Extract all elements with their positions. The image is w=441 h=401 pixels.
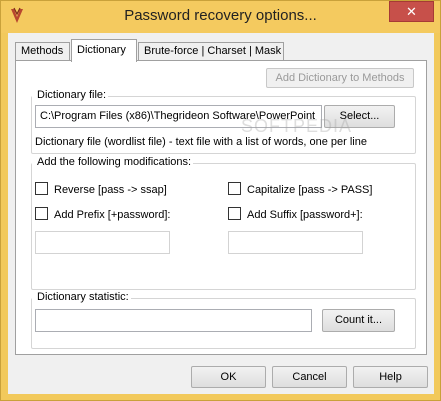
help-button[interactable]: Help — [353, 366, 428, 388]
dictionary-statistic-output — [35, 309, 312, 332]
add-dictionary-to-methods-button[interactable]: Add Dictionary to Methods — [266, 68, 414, 88]
tab-dictionary[interactable]: Dictionary — [71, 39, 137, 62]
suffix-input[interactable] — [228, 231, 363, 254]
dictionary-file-hint: Dictionary file (wordlist file) - text f… — [35, 136, 367, 148]
add-suffix-checkbox-box[interactable] — [228, 207, 241, 220]
dictionary-statistic-label: Dictionary statistic: — [32, 291, 131, 303]
prefix-input[interactable] — [35, 231, 170, 254]
dictionary-file-path-input[interactable]: C:\Program Files (x86)\Thegrideon Softwa… — [35, 105, 322, 128]
select-file-button[interactable]: Select... — [324, 105, 395, 128]
close-button[interactable]: ✕ — [389, 1, 434, 22]
add-prefix-checkbox[interactable]: Add Prefix [+password]: — [35, 207, 170, 221]
cancel-button[interactable]: Cancel — [272, 366, 347, 388]
ok-button[interactable]: OK — [191, 366, 266, 388]
capitalize-label: Capitalize [pass -> PASS] — [247, 184, 373, 196]
dictionary-file-group: Dictionary file: C:\Program Files (x86)\… — [31, 89, 416, 154]
dialog-client-area: Methods Dictionary Brute-force | Charset… — [8, 33, 434, 394]
reverse-checkbox[interactable]: Reverse [pass -> ssap] — [35, 182, 167, 196]
add-suffix-checkbox[interactable]: Add Suffix [password+]: — [228, 207, 363, 221]
add-prefix-label: Add Prefix [+password]: — [54, 209, 171, 221]
dictionary-statistic-group: Dictionary statistic: Count it... — [31, 291, 416, 349]
tab-methods[interactable]: Methods — [15, 42, 70, 61]
reverse-checkbox-box[interactable] — [35, 182, 48, 195]
dictionary-tab-page: Add Dictionary to Methods Dictionary fil… — [15, 60, 427, 355]
password-recovery-options-dialog: Password recovery options... ✕ Methods D… — [0, 0, 441, 401]
modifications-label: Add the following modifications: — [32, 156, 194, 168]
count-it-button[interactable]: Count it... — [322, 309, 395, 332]
add-suffix-label: Add Suffix [password+]: — [247, 209, 363, 221]
add-prefix-checkbox-box[interactable] — [35, 207, 48, 220]
reverse-label: Reverse [pass -> ssap] — [54, 184, 167, 196]
tab-brute-force-charset-mask[interactable]: Brute-force | Charset | Mask — [138, 42, 284, 61]
dictionary-file-label: Dictionary file: — [32, 89, 109, 101]
window-title: Password recovery options... — [124, 7, 317, 24]
close-icon: ✕ — [406, 4, 417, 19]
title-bar[interactable]: Password recovery options... ✕ — [1, 1, 440, 33]
capitalize-checkbox-box[interactable] — [228, 182, 241, 195]
modifications-group: Add the following modifications: Reverse… — [31, 156, 416, 290]
capitalize-checkbox[interactable]: Capitalize [pass -> PASS] — [228, 182, 372, 196]
